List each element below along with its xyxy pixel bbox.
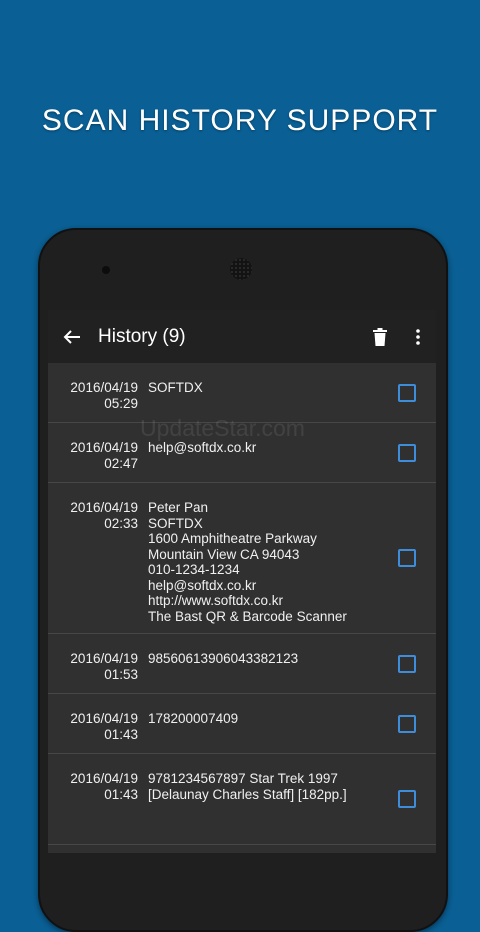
item-checkbox-wrap[interactable]: [378, 634, 436, 693]
arrow-left-icon[interactable]: [50, 310, 94, 363]
history-item[interactable]: 2016/04/19 02:33 Peter Pan SOFTDX 1600 Am…: [48, 483, 436, 634]
item-checkbox-wrap[interactable]: [378, 694, 436, 753]
history-item[interactable]: 2016/04/19 01:43 178200007409: [48, 694, 436, 754]
item-datetime: 2016/04/19 05:29: [70, 380, 138, 411]
page-title: History (9): [98, 325, 186, 347]
history-list: 2016/04/19 05:29 SOFTDX 2016/04/19 02:47 h…: [48, 363, 436, 845]
item-content: Peter Pan SOFTDX 1600 Amphitheatre Parkw…: [148, 500, 347, 624]
item-checkbox-wrap[interactable]: [378, 754, 436, 844]
item-content: help@softdx.co.kr: [148, 440, 257, 455]
promo-headline: SCAN HISTORY SUPPORT: [41, 104, 439, 137]
item-checkbox[interactable]: [398, 714, 416, 733]
item-checkbox-wrap[interactable]: [378, 363, 436, 422]
trash-icon[interactable]: [360, 310, 400, 363]
item-datetime: 2016/04/19 01:53: [70, 651, 138, 682]
history-item[interactable]: 2016/04/19 01:43 9781234567897 Star Trek …: [48, 754, 436, 845]
item-checkbox[interactable]: [398, 443, 416, 462]
item-checkbox[interactable]: [398, 790, 416, 808]
more-vert-icon[interactable]: [400, 310, 436, 363]
history-item[interactable]: 2016/04/19 02:47 help@softdx.co.kr: [48, 423, 436, 483]
item-checkbox-wrap[interactable]: [378, 483, 436, 633]
app-bar: History (9): [48, 310, 436, 363]
item-datetime: 2016/04/19 01:43: [70, 711, 138, 742]
item-checkbox-wrap[interactable]: [378, 423, 436, 482]
item-datetime: 2016/04/19 02:33: [70, 500, 138, 531]
front-camera: [102, 266, 110, 274]
history-item[interactable]: 2016/04/19 05:29 SOFTDX: [48, 363, 436, 423]
item-content: SOFTDX: [148, 380, 203, 395]
app-screen: History (9) 2016/04/19 05:29 SOFTDX 2016/…: [48, 310, 436, 853]
item-datetime: 2016/04/19 02:47: [70, 440, 138, 471]
item-content: 178200007409: [148, 711, 239, 726]
item-content: 98560613906043382123: [148, 651, 299, 666]
item-checkbox[interactable]: [398, 654, 416, 673]
item-checkbox[interactable]: [398, 383, 416, 402]
item-datetime: 2016/04/19 01:43: [70, 771, 138, 802]
item-content: 9781234567897 Star Trek 1997 [Delaunay C…: [148, 771, 347, 802]
item-checkbox[interactable]: [398, 549, 416, 567]
history-item[interactable]: 2016/04/19 01:53 98560613906043382123: [48, 634, 436, 694]
speaker-grille: [230, 258, 252, 280]
